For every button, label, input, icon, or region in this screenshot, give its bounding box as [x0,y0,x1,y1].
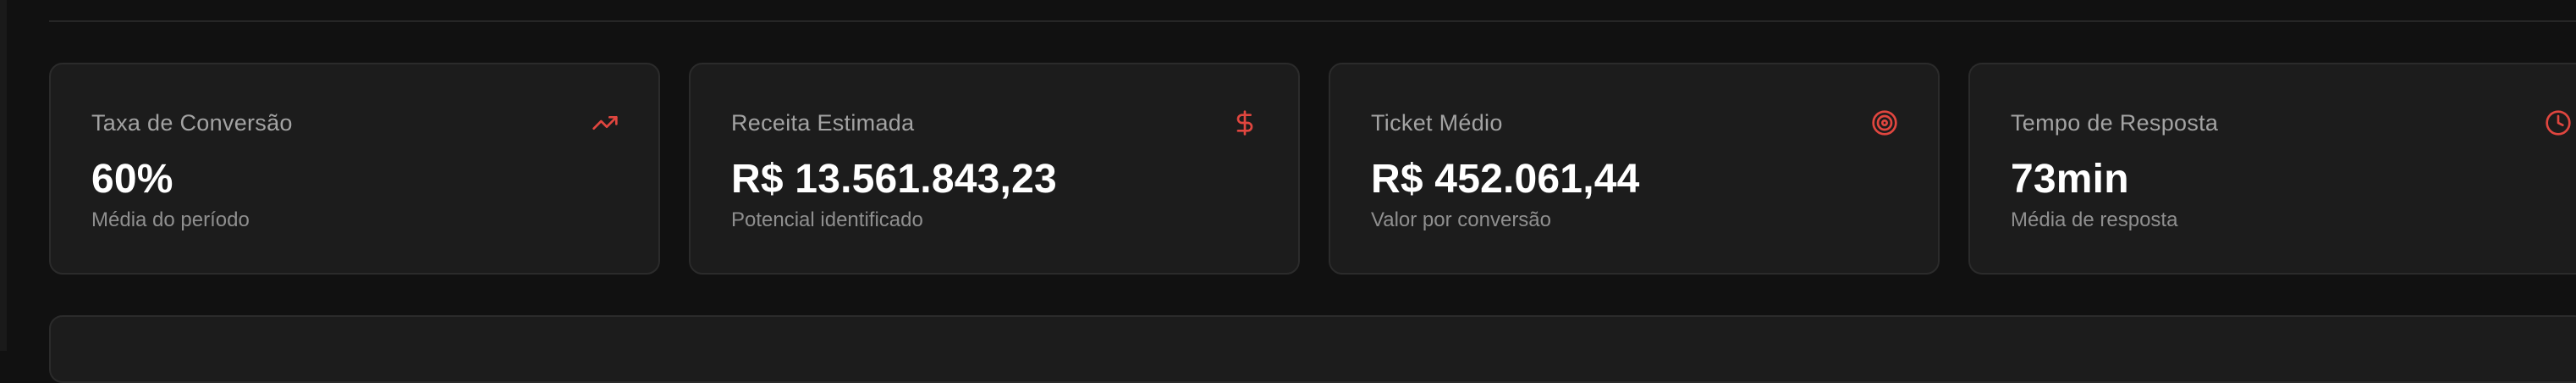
content-panel [49,315,2576,383]
kpi-cards: Taxa de Conversão 60% Média do período R… [49,63,2576,275]
kpi-card-conversion-rate: Taxa de Conversão 60% Média do período [49,63,660,275]
kpi-card-value: 73min [2011,157,2129,202]
kpi-card-title: Taxa de Conversão [91,110,293,136]
trending-up-icon [591,108,619,137]
kpi-card-title: Ticket Médio [1371,110,1503,136]
dollar-icon [1230,108,1259,137]
header-divider [49,20,2576,22]
kpi-card-average-ticket: Ticket Médio R$ 452.061,44 Valor por con… [1329,63,1940,275]
kpi-card-value: 60% [91,157,173,202]
kpi-card-subtitle: Média de resposta [2011,208,2178,231]
kpi-card-value: R$ 13.561.843,23 [731,157,1057,202]
kpi-card-response-time: Tempo de Resposta 73min Média de respost… [1968,63,2576,275]
kpi-card-title: Tempo de Resposta [2011,110,2219,136]
sidebar-edge [0,0,7,351]
kpi-card-estimated-revenue: Receita Estimada R$ 13.561.843,23 Potenc… [689,63,1300,275]
target-icon [1870,108,1899,137]
clock-icon [2544,108,2573,137]
kpi-card-title: Receita Estimada [731,110,915,136]
kpi-card-value: R$ 452.061,44 [1371,157,1640,202]
kpi-card-subtitle: Valor por conversão [1371,208,1551,231]
kpi-card-subtitle: Potencial identificado [731,208,923,231]
kpi-card-subtitle: Média do período [91,208,250,231]
